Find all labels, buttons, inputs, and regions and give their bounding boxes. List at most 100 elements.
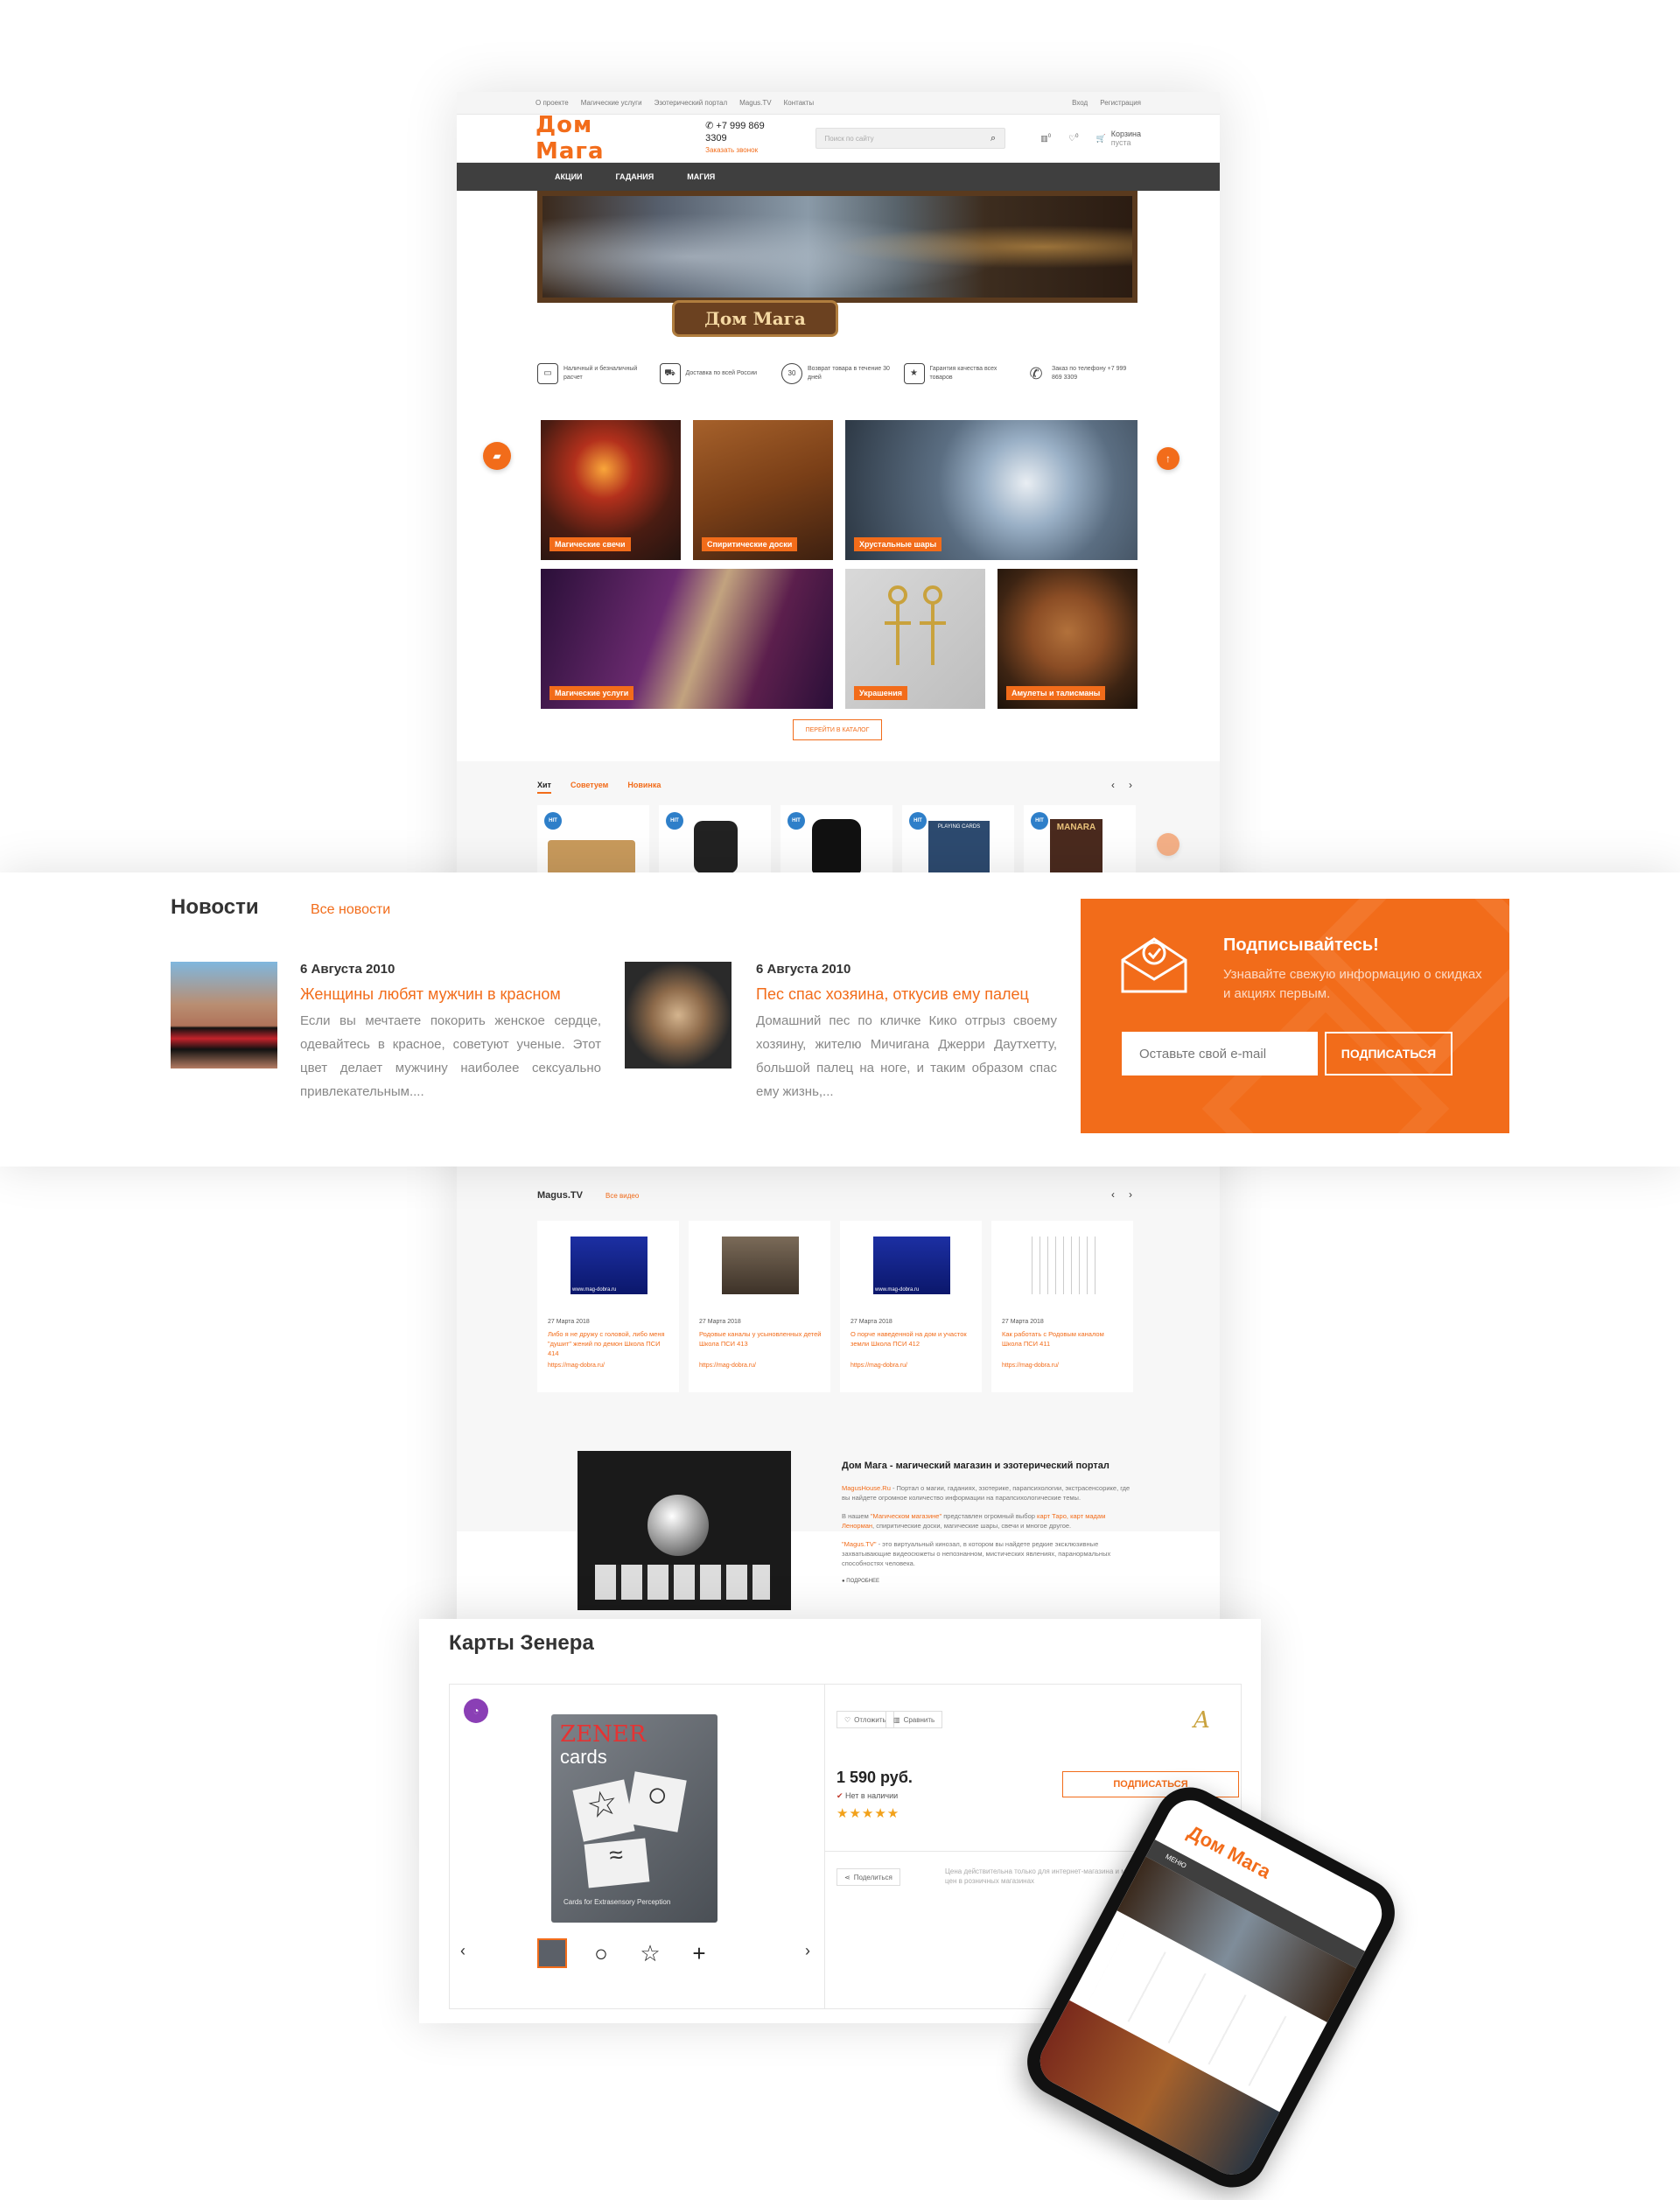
tab-new[interactable]: Новинка xyxy=(627,781,661,794)
topbar-link-services[interactable]: Магические услуги xyxy=(581,99,642,107)
phone-icon: ✆ xyxy=(705,121,717,131)
search-icon[interactable]: ⌕ xyxy=(990,133,996,144)
rating-stars[interactable]: ★★★★★ xyxy=(836,1805,900,1821)
category-label: Спиритические доски xyxy=(702,537,798,551)
card-box-text: PLAYING CARDS xyxy=(937,824,981,830)
tv-link[interactable]: https://mag-dobra.ru/ xyxy=(548,1363,605,1369)
category-tile-jewelry[interactable]: Украшения xyxy=(845,569,985,709)
share-button[interactable]: ⋖ Поделиться xyxy=(836,1868,900,1886)
callback-link[interactable]: Заказать звонок xyxy=(705,144,780,157)
register-link[interactable]: Регистрация xyxy=(1100,99,1141,107)
topbar-link-contacts[interactable]: Контакты xyxy=(784,99,815,107)
site-logo[interactable]: Дом Мага xyxy=(536,112,656,165)
product-tabs: Хит Советуем Новинка xyxy=(537,781,661,794)
tab-recommended[interactable]: Советуем xyxy=(570,781,608,794)
news-title: Новости xyxy=(171,895,259,919)
cart-status: пуста xyxy=(1110,138,1131,147)
tv-card[interactable]: www.mag-dobra.ru 27 Марта 2018 О порче н… xyxy=(840,1221,982,1392)
brand-logo-icon: A xyxy=(1194,1707,1210,1734)
chevron-right-icon[interactable]: › xyxy=(1129,779,1132,791)
tv-link[interactable]: https://mag-dobra.ru/ xyxy=(699,1363,756,1369)
video-thumbnail[interactable] xyxy=(722,1237,799,1294)
thumbnail-plus[interactable]: + xyxy=(684,1938,714,1968)
search-input[interactable]: Поиск по сайту ⌕ xyxy=(815,128,1006,149)
chevron-left-icon[interactable]: ‹ xyxy=(460,1942,466,1960)
heart-icon[interactable]: ♡0 xyxy=(1068,134,1078,144)
tv-card-title[interactable]: Либо я не дружу с головой, либо меня "ду… xyxy=(548,1329,670,1358)
compare-count: 0 xyxy=(1047,133,1052,139)
compare-button[interactable]: ▥ Сравнить xyxy=(886,1711,943,1728)
feature-payment: ▭ Наличный и безналичный расчет xyxy=(537,363,649,384)
tv-card[interactable]: 27 Марта 2018 Как работать с Родовым кан… xyxy=(991,1221,1133,1392)
news-date: 6 Августа 2010 xyxy=(756,962,851,977)
about-shop-link[interactable]: "Магическом магазине" xyxy=(871,1512,942,1520)
tv-link[interactable]: https://mag-dobra.ru/ xyxy=(1002,1363,1059,1369)
video-thumbnail[interactable] xyxy=(1025,1237,1102,1294)
hit-badge: HIT xyxy=(1031,812,1048,830)
category-tile-services[interactable]: Магические услуги xyxy=(541,569,833,709)
about-tv-link[interactable]: "Magus.TV" xyxy=(842,1540,877,1548)
scroll-top-button[interactable]: ↑ xyxy=(1157,447,1180,470)
topbar-link-tv[interactable]: Magus.TV xyxy=(739,99,771,107)
check-icon: ✔ xyxy=(836,1791,846,1800)
nav-item-sales[interactable]: АКЦИИ xyxy=(555,172,583,181)
category-tile-candles[interactable]: Магические свечи xyxy=(541,420,681,560)
tv-card-title[interactable]: Как работать с Родовым каналом Школа ПСИ… xyxy=(1002,1329,1124,1349)
news-image[interactable] xyxy=(171,962,277,1068)
category-tile-boards[interactable]: Спиритические доски xyxy=(693,420,833,560)
all-news-link[interactable]: Все новости xyxy=(311,902,390,918)
tv-link[interactable]: https://mag-dobra.ru/ xyxy=(850,1363,907,1369)
chevron-left-icon[interactable]: ‹ xyxy=(1111,1188,1115,1201)
about-text: - это виртуальный кинозал, в котором вы … xyxy=(842,1540,1111,1567)
chat-button[interactable]: ▰ xyxy=(483,442,511,470)
about-site-link[interactable]: MagusHouse.Ru xyxy=(842,1484,891,1492)
thumbnail-star[interactable]: ☆ xyxy=(635,1938,665,1968)
truck-icon: ⛟ xyxy=(659,363,681,384)
news-image[interactable] xyxy=(625,962,732,1068)
feature-text: Доставка по всей России xyxy=(685,370,758,376)
scroll-right-button[interactable] xyxy=(1157,833,1180,856)
product-image[interactable]: ZENER cards ☆ ○ ≈ Cards for Extrasensory… xyxy=(551,1714,718,1923)
nav-item-magic[interactable]: МАГИЯ xyxy=(687,172,715,181)
category-label: Хрустальные шары xyxy=(854,537,942,551)
thumbnail-circle[interactable]: ○ xyxy=(586,1938,616,1968)
feature-text: Возврат товара в течение 30 дней xyxy=(808,366,890,381)
news-item-title[interactable]: Пес спас хозяина, откусив ему палец xyxy=(756,985,1057,1004)
topbar-link-about[interactable]: О проекте xyxy=(536,99,569,107)
video-watermark: www.mag-dobra.ru xyxy=(572,1287,617,1293)
subscribe-button[interactable]: ПОДПИСАТЬСЯ xyxy=(1325,1032,1452,1075)
tv-all-link[interactable]: Все видео xyxy=(606,1192,639,1200)
tv-card-title[interactable]: О порче наведенной на дом и участок земл… xyxy=(850,1329,973,1349)
video-watermark: www.mag-dobra.ru xyxy=(875,1287,920,1293)
nav-item-divination[interactable]: ГАДАНИЯ xyxy=(616,172,654,181)
share-label: Поделиться xyxy=(853,1873,892,1881)
feature-guarantee: ★ Гарантия качества всех товаров xyxy=(903,363,1016,384)
category-tile-crystal[interactable]: Хрустальные шары xyxy=(845,420,1138,560)
chevron-right-icon[interactable]: › xyxy=(1129,1188,1132,1201)
video-thumbnail[interactable]: www.mag-dobra.ru xyxy=(570,1237,648,1294)
more-link[interactable]: ПОДРОБНЕЕ xyxy=(846,1579,879,1584)
compare-label: Сравнить xyxy=(903,1715,935,1724)
return-30-icon: 30 xyxy=(781,363,802,384)
tv-card-title[interactable]: Родовые каналы у усыновленных детей Школ… xyxy=(699,1329,822,1349)
email-field[interactable]: Оставьте свой e-mail xyxy=(1122,1032,1318,1075)
product-price: 1 590 руб. xyxy=(836,1769,913,1786)
chevron-right-icon[interactable]: › xyxy=(805,1942,810,1960)
tv-card[interactable]: 27 Марта 2018 Родовые каналы у усыновлен… xyxy=(689,1221,830,1392)
topbar-link-portal[interactable]: Эзотерический портал xyxy=(654,99,728,107)
compare-icon[interactable]: ▥0 xyxy=(1040,134,1051,144)
news-item-title[interactable]: Женщины любят мужчин в красном xyxy=(300,985,601,1004)
tv-card[interactable]: www.mag-dobra.ru 27 Марта 2018 Либо я не… xyxy=(537,1221,679,1392)
news-body: Если вы мечтаете покорить женское сердце… xyxy=(300,1013,601,1099)
product-subscribe-button[interactable]: ПОДПИСАТЬСЯ xyxy=(1062,1771,1239,1797)
thumbnail-box[interactable] xyxy=(537,1938,567,1968)
tab-hit[interactable]: Хит xyxy=(537,781,551,794)
hit-badge: HIT xyxy=(909,812,927,830)
login-link[interactable]: Вход xyxy=(1072,99,1088,107)
video-thumbnail[interactable]: www.mag-dobra.ru xyxy=(873,1237,950,1294)
catalog-button[interactable]: ПЕРЕЙТИ В КАТАЛОГ xyxy=(793,719,882,740)
category-tile-amulets[interactable]: Амулеты и талисманы xyxy=(998,569,1138,709)
hit-badge: HIT xyxy=(666,812,683,830)
chevron-left-icon[interactable]: ‹ xyxy=(1111,779,1115,791)
cart-icon[interactable]: 🛒 Корзина пуста xyxy=(1096,130,1141,147)
